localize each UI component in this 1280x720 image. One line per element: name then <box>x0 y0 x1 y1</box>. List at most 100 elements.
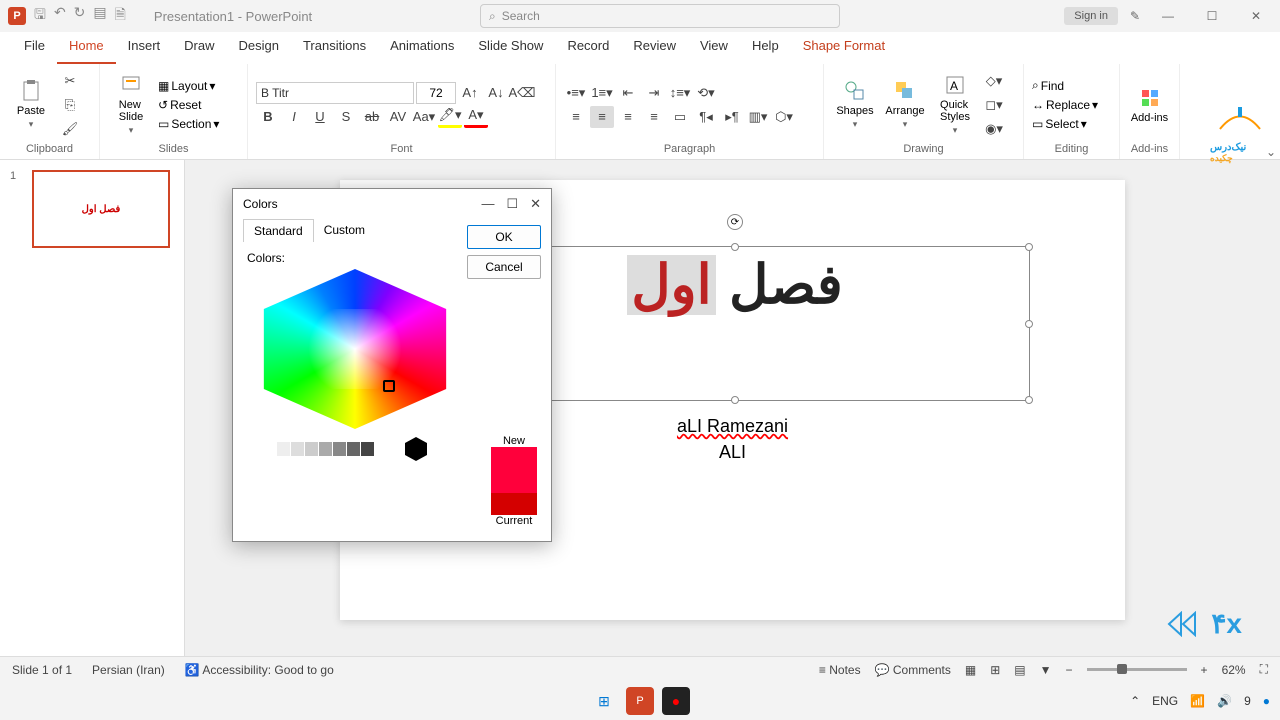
layout-button[interactable]: ▦ Layout ▾ <box>158 79 219 93</box>
menu-design[interactable]: Design <box>227 32 291 64</box>
dialog-maximize-icon[interactable]: ☐ <box>506 196 518 212</box>
menu-transitions[interactable]: Transitions <box>291 32 378 64</box>
format-painter-icon[interactable]: 🖌 <box>58 118 82 140</box>
resize-handle[interactable] <box>731 396 739 404</box>
ltr-icon[interactable]: ▸¶ <box>720 106 744 128</box>
spacing-button[interactable]: AV <box>386 106 410 128</box>
copy-icon[interactable]: ⎘ <box>58 94 82 116</box>
change-case-button[interactable]: Aa▾ <box>412 106 436 128</box>
select-button[interactable]: ▭ Select ▾ <box>1032 117 1098 131</box>
menu-record[interactable]: Record <box>555 32 621 64</box>
shape-outline-icon[interactable]: ◻▾ <box>982 94 1006 116</box>
minimize-button[interactable]: — <box>1152 9 1184 23</box>
subtitle-author-2[interactable]: ALI <box>719 442 746 463</box>
menu-draw[interactable]: Draw <box>172 32 226 64</box>
menu-insert[interactable]: Insert <box>116 32 173 64</box>
color-selector-cursor[interactable] <box>383 380 395 392</box>
arrange-button[interactable]: Arrange▾ <box>882 68 928 141</box>
bold-button[interactable]: B <box>256 106 280 128</box>
grayscale-row[interactable] <box>263 442 374 456</box>
redo-icon[interactable]: ↻ <box>74 4 86 28</box>
status-accessibility[interactable]: ♿ Accessibility: Good to go <box>185 663 334 677</box>
undo-icon[interactable]: ↶ <box>54 4 66 28</box>
cut-icon[interactable]: ✂ <box>58 70 82 92</box>
present-icon[interactable]: ▤ <box>93 4 106 28</box>
menu-file[interactable]: File <box>12 32 57 64</box>
smartart-icon[interactable]: ⬡▾ <box>772 106 796 128</box>
menu-help[interactable]: Help <box>740 32 791 64</box>
dialog-minimize-icon[interactable]: — <box>481 196 494 212</box>
search-box[interactable]: ⌕ Search <box>480 4 840 28</box>
color-hexagon[interactable] <box>249 269 461 429</box>
find-button[interactable]: ⌕ Find <box>1032 78 1098 93</box>
distribute-icon[interactable]: ▭ <box>668 106 692 128</box>
columns-icon[interactable]: ▥▾ <box>746 106 770 128</box>
shapes-button[interactable]: Shapes▾ <box>832 68 878 141</box>
wifi-icon[interactable]: 📶 <box>1190 694 1205 708</box>
notification-icon[interactable]: ● <box>1263 694 1270 708</box>
decrease-font-icon[interactable]: A↓ <box>484 82 508 104</box>
font-size-input[interactable] <box>416 82 456 104</box>
shape-effects-icon[interactable]: ◉▾ <box>982 118 1006 140</box>
line-spacing-icon[interactable]: ↕≡▾ <box>668 82 692 104</box>
clear-format-icon[interactable]: A⌫ <box>510 82 534 104</box>
menu-slideshow[interactable]: Slide Show <box>466 32 555 64</box>
zoom-in-button[interactable]: + <box>1201 663 1208 677</box>
tray-chevron-icon[interactable]: ⌃ <box>1130 694 1140 708</box>
volume-icon[interactable]: 🔊 <box>1217 694 1232 708</box>
sorter-view-icon[interactable]: ⊞ <box>990 663 1000 677</box>
font-color-button[interactable]: A▾ <box>464 106 488 128</box>
notes-button[interactable]: ≡ Notes <box>819 663 861 677</box>
options-icon[interactable]: ✎ <box>1130 9 1140 23</box>
text-direction-icon[interactable]: ⟲▾ <box>694 82 718 104</box>
resize-handle[interactable] <box>1025 243 1033 251</box>
font-name-input[interactable] <box>256 82 414 104</box>
sign-in-button[interactable]: Sign in <box>1064 7 1118 25</box>
tray-language[interactable]: ENG <box>1152 694 1178 708</box>
zoom-percent[interactable]: 62% <box>1222 663 1246 677</box>
export-icon[interactable]: 🗎 <box>115 4 126 28</box>
align-left-icon[interactable]: ≡ <box>564 106 588 128</box>
highlight-button[interactable]: 🖊▾ <box>438 106 462 128</box>
addins-button[interactable]: Add-ins <box>1128 68 1171 141</box>
resize-handle[interactable] <box>731 243 739 251</box>
fit-to-window-icon[interactable]: ⛶ <box>1260 662 1268 677</box>
menu-review[interactable]: Review <box>621 32 688 64</box>
reset-button[interactable]: ↺ Reset <box>158 98 219 112</box>
zoom-slider[interactable] <box>1087 668 1187 671</box>
menu-home[interactable]: Home <box>57 32 116 64</box>
tray-time[interactable]: 9 <box>1244 694 1251 708</box>
menu-animations[interactable]: Animations <box>378 32 466 64</box>
zoom-out-button[interactable]: − <box>1066 663 1073 677</box>
close-button[interactable]: ✕ <box>1240 9 1272 23</box>
numbering-button[interactable]: 1≡▾ <box>590 82 614 104</box>
align-right-icon[interactable]: ≡ <box>616 106 640 128</box>
taskbar-record-icon[interactable]: ● <box>662 687 690 715</box>
subtitle-author[interactable]: aLI Ramezani <box>677 416 788 437</box>
shape-fill-icon[interactable]: ◇▾ <box>982 70 1006 92</box>
status-slide-number[interactable]: Slide 1 of 1 <box>12 663 72 677</box>
quick-styles-button[interactable]: A Quick Styles▾ <box>932 68 978 141</box>
tab-standard[interactable]: Standard <box>243 219 314 242</box>
increase-font-icon[interactable]: A↑ <box>458 82 482 104</box>
taskbar-powerpoint-icon[interactable]: P <box>626 687 654 715</box>
slideshow-view-icon[interactable]: ▼ <box>1040 663 1052 677</box>
collapse-ribbon-icon[interactable]: ⌄ <box>1266 145 1276 159</box>
strike-button[interactable]: ab <box>360 106 384 128</box>
ok-button[interactable]: OK <box>467 225 541 249</box>
resize-handle[interactable] <box>1025 320 1033 328</box>
new-slide-button[interactable]: New Slide ▾ <box>108 68 154 141</box>
start-button[interactable]: ⊞ <box>590 687 618 715</box>
maximize-button[interactable]: ☐ <box>1196 9 1228 23</box>
tab-custom[interactable]: Custom <box>314 219 375 242</box>
menu-view[interactable]: View <box>688 32 740 64</box>
replace-button[interactable]: ↔ Replace ▾ <box>1032 98 1098 112</box>
align-center-icon[interactable]: ≡ <box>590 106 614 128</box>
dialog-close-icon[interactable]: ✕ <box>530 196 541 212</box>
shadow-button[interactable]: S <box>334 106 358 128</box>
comments-button[interactable]: 💬 Comments <box>875 663 951 677</box>
paste-button[interactable]: Paste ▾ <box>8 68 54 141</box>
rotate-handle[interactable]: ⟳ <box>727 214 743 230</box>
cancel-button[interactable]: Cancel <box>467 255 541 279</box>
bullets-button[interactable]: •≡▾ <box>564 82 588 104</box>
